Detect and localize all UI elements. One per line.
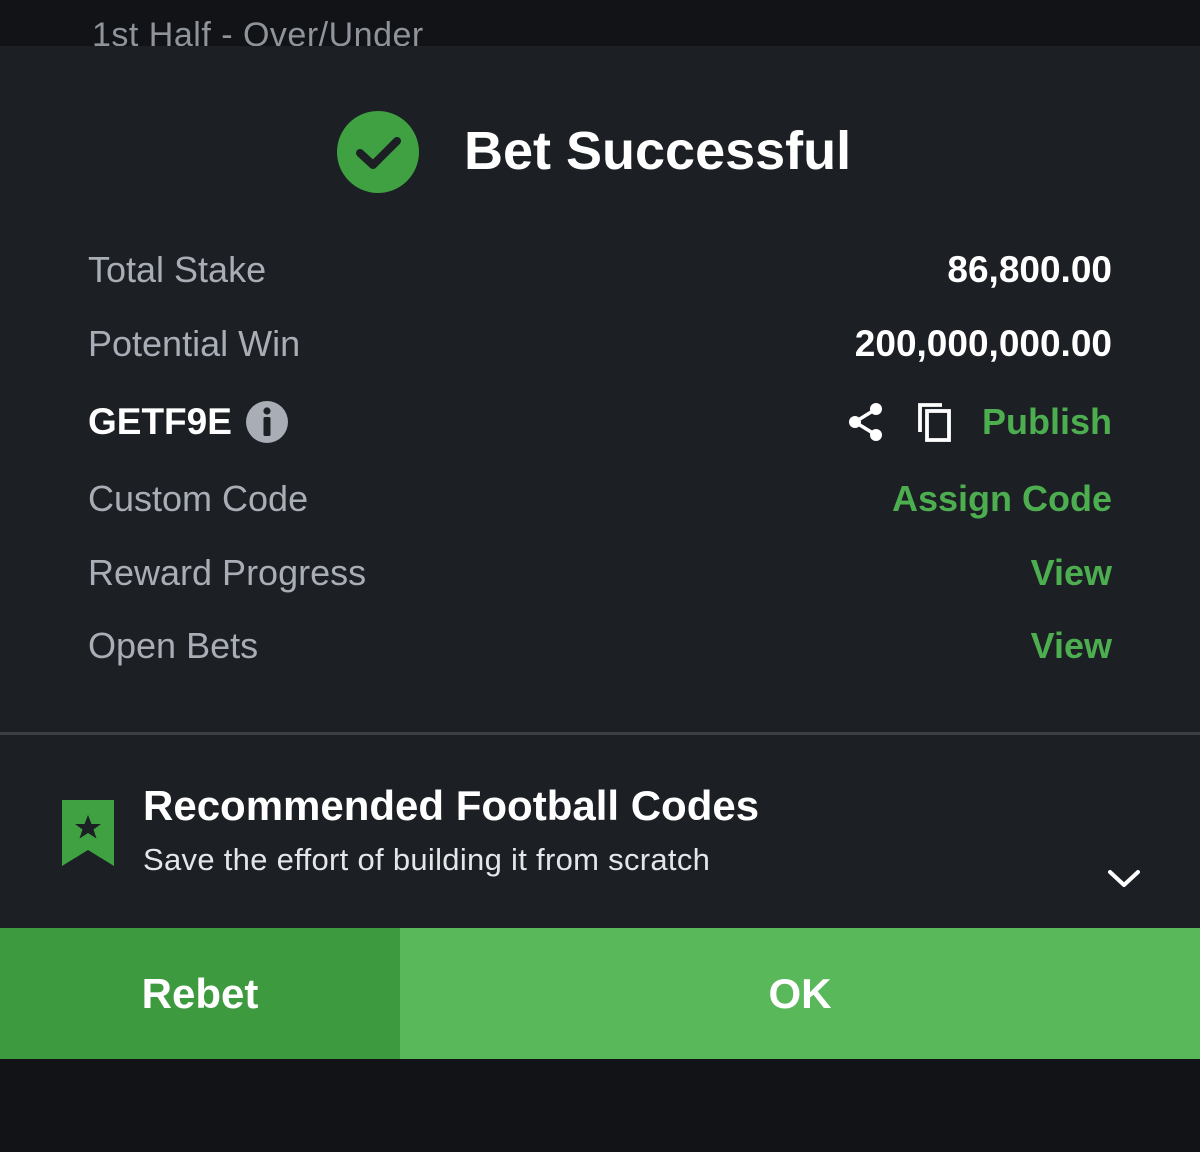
background-market-title: 1st Half - Over/Under — [92, 16, 424, 46]
recommended-subtitle: Save the effort of building it from scra… — [143, 842, 711, 877]
check-circle-icon — [337, 111, 419, 193]
rebet-button[interactable]: Rebet — [0, 928, 400, 1059]
recommended-codes-section[interactable]: Recommended Football Codes Save the effo… — [0, 778, 1200, 888]
success-title: Bet Successful — [464, 121, 852, 181]
reward-progress-label: Reward Progress — [88, 552, 367, 593]
bookmark-star-icon — [62, 800, 114, 866]
booking-code: GETF9E — [88, 401, 232, 442]
recommended-title: Recommended Football Codes — [143, 782, 760, 829]
reward-progress-row: Reward Progress View — [88, 548, 1112, 598]
booking-code-row: GETF9E Publish — [88, 397, 1112, 447]
total-stake-row: Total Stake 86,800.00 — [88, 245, 1112, 295]
chevron-down-icon[interactable] — [1102, 856, 1146, 900]
assign-code-link[interactable]: Assign Code — [892, 474, 1112, 524]
share-icon[interactable] — [844, 400, 888, 444]
publish-link[interactable]: Publish — [982, 397, 1112, 447]
custom-code-row: Custom Code Assign Code — [88, 474, 1112, 524]
total-stake-value: 86,800.00 — [947, 249, 1112, 290]
success-header: Bet Successful — [0, 110, 1200, 194]
bottom-bar — [0, 1059, 1200, 1152]
reward-progress-view-link[interactable]: View — [1031, 548, 1112, 598]
potential-win-value: 200,000,000.00 — [854, 323, 1112, 364]
open-bets-view-link[interactable]: View — [1031, 621, 1112, 671]
copy-icon[interactable] — [912, 400, 956, 444]
page: 1st Half - Over/Under Bet Successful Tot… — [0, 0, 1200, 1152]
open-bets-row: Open Bets View — [88, 621, 1112, 671]
ok-button[interactable]: OK — [400, 928, 1200, 1059]
section-divider — [0, 732, 1200, 735]
potential-win-row: Potential Win 200,000,000.00 — [88, 319, 1112, 369]
background-market-header: 1st Half - Over/Under — [0, 0, 1200, 46]
open-bets-label: Open Bets — [88, 625, 259, 666]
custom-code-label: Custom Code — [88, 478, 309, 519]
potential-win-label: Potential Win — [88, 323, 301, 364]
info-icon[interactable] — [245, 400, 289, 444]
total-stake-label: Total Stake — [88, 249, 267, 290]
bet-success-modal: Bet Successful Total Stake 86,800.00 Pot… — [0, 46, 1200, 1060]
